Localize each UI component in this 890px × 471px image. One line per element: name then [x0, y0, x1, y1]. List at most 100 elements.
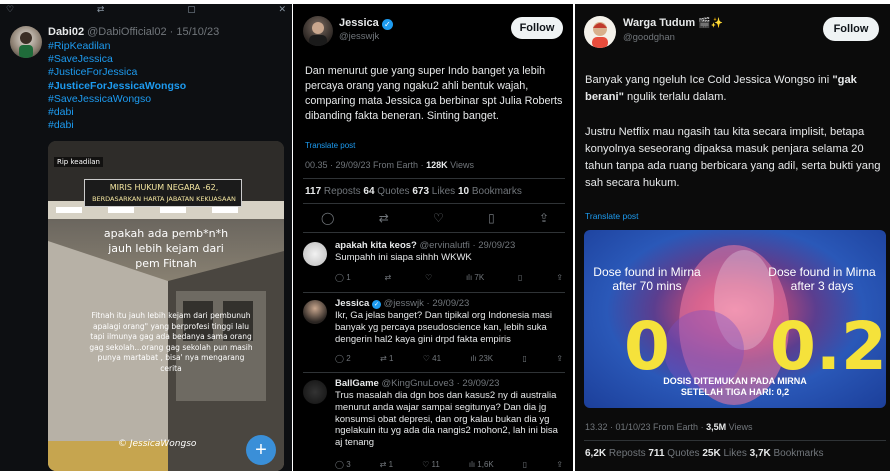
- reply-author-handle[interactable]: @KingGnuLove3 · 29/09/23: [381, 378, 499, 389]
- hashtag-link[interactable]: #SaveJessicaWongso: [48, 93, 186, 106]
- post-image-train[interactable]: Rip keadilan MIRIS HUKUM NEGARA -62, BER…: [48, 141, 284, 471]
- repost-icon[interactable]: ⇄ 1: [380, 460, 393, 469]
- author-name[interactable]: Jessica: [339, 17, 379, 29]
- hashtag-link[interactable]: #dabi: [48, 119, 186, 132]
- reply-author-name[interactable]: apakah kita keos?: [335, 240, 417, 251]
- translate-link[interactable]: Translate post: [305, 141, 355, 150]
- right-label-line-1: Dose found in Mirna: [768, 265, 876, 279]
- divider: [303, 232, 565, 233]
- avatar[interactable]: [303, 242, 327, 266]
- views-count: 7K: [474, 273, 485, 282]
- post-image-dose-chart[interactable]: Dose found in Mirna after 70 mins Dose f…: [584, 230, 886, 408]
- paragraph-1-end: ngulik terlalu dalam.: [623, 91, 727, 103]
- quotes-label[interactable]: Quotes: [667, 448, 699, 459]
- like-icon[interactable]: ♡: [425, 273, 432, 282]
- repost-count: 1: [388, 460, 394, 469]
- bookmarks-label[interactable]: Bookmarks: [472, 186, 522, 197]
- author-line[interactable]: Dabi02 @DabiOfficial02 · 15/10/23: [48, 26, 219, 38]
- reposts-count[interactable]: 117: [305, 186, 321, 197]
- share-icon[interactable]: ⇪: [539, 211, 549, 225]
- author-handle[interactable]: @jesswjk: [339, 31, 379, 42]
- author-name[interactable]: Warga Tudum: [623, 17, 695, 29]
- follow-button[interactable]: Follow: [823, 17, 879, 41]
- like-icon[interactable]: ♡ 41: [423, 354, 441, 363]
- hashtag-link[interactable]: #JusticeForJessicaWongso: [48, 80, 186, 93]
- left-label-line-2: after 70 mins: [612, 279, 682, 293]
- bookmark-icon[interactable]: ▢: [187, 4, 196, 14]
- reply-icon[interactable]: ◯ 3: [335, 460, 351, 469]
- view-count: 128K: [426, 160, 448, 170]
- quotes-count[interactable]: 64: [363, 186, 374, 197]
- repost-icon[interactable]: ⇄: [97, 4, 105, 14]
- repost-icon[interactable]: ⇄: [379, 211, 389, 225]
- engagement-stats: 6,2K Reposts 711 Quotes 25K Likes 3,7K B…: [585, 448, 824, 459]
- view-label: Views: [728, 422, 753, 432]
- author-handle[interactable]: @goodghan: [623, 32, 675, 43]
- like-icon[interactable]: ♡ 11: [422, 460, 440, 469]
- author-name[interactable]: Dabi02: [48, 26, 84, 38]
- bookmark-icon[interactable]: ▯: [488, 211, 495, 225]
- author-handle[interactable]: @DabiOfficial02: [87, 26, 166, 38]
- reply-icon[interactable]: ◯ 2: [335, 354, 351, 363]
- top-action-bar: ♡ ⇄ ▢ ✕: [6, 4, 286, 14]
- reply-author-name[interactable]: Jessica: [335, 298, 369, 309]
- post-actions: ◯ ⇄ ♡ ▯ ⇪: [321, 211, 549, 225]
- post-meta: 00.35 · 29/09/23 From Earth · 128K Views: [305, 160, 474, 170]
- likes-count[interactable]: 673: [412, 186, 429, 197]
- avatar[interactable]: [303, 300, 327, 324]
- bookmarks-count[interactable]: 3,7K: [750, 448, 771, 459]
- bookmarks-count[interactable]: 10: [458, 186, 469, 197]
- avatar[interactable]: [584, 16, 616, 48]
- quotes-label[interactable]: Quotes: [377, 186, 409, 197]
- caption-line-1: DOSIS DITEMUKAN PADA MIRNA: [663, 376, 807, 386]
- hashtag-link[interactable]: #SaveJessica: [48, 53, 186, 66]
- views-icon[interactable]: ılı 7K: [466, 273, 484, 282]
- reply-item[interactable]: apakah kita keos? @ervinalutfi · 29/09/2…: [303, 240, 565, 292]
- bookmark-icon[interactable]: ▯: [523, 460, 527, 469]
- views-icon[interactable]: ılı 1,6K: [469, 460, 494, 469]
- views-count: 1,6K: [477, 460, 494, 469]
- repost-icon[interactable]: ⇄: [384, 273, 391, 282]
- repost-icon[interactable]: ⇄ 1: [380, 354, 393, 363]
- reply-icon[interactable]: ◯ 1: [335, 273, 351, 282]
- left-value: 0: [624, 308, 670, 385]
- reply-author-handle[interactable]: @jesswjk · 29/09/23: [384, 298, 470, 309]
- reposts-label[interactable]: Reposts: [324, 186, 361, 197]
- close-icon[interactable]: ✕: [278, 4, 286, 14]
- reposts-count[interactable]: 6,2K: [585, 448, 606, 459]
- hashtag-link[interactable]: #JusticeForJessica: [48, 66, 186, 79]
- reply-icon[interactable]: ◯: [321, 211, 334, 225]
- likes-label[interactable]: Likes: [432, 186, 455, 197]
- hashtag-link[interactable]: #RipKeadilan: [48, 40, 186, 53]
- views-icon[interactable]: ılı 23K: [470, 354, 493, 363]
- hashtag-link[interactable]: #dabi: [48, 106, 186, 119]
- author-line[interactable]: Jessica ✓: [339, 17, 393, 30]
- divider: [584, 440, 886, 441]
- avatar[interactable]: [303, 16, 333, 46]
- like-count: 11: [431, 460, 440, 469]
- reply-author-handle[interactable]: @ervinalutfi · 29/09/23: [420, 240, 516, 251]
- compose-button[interactable]: +: [246, 435, 276, 465]
- avatar[interactable]: [303, 380, 327, 404]
- likes-label[interactable]: Likes: [723, 448, 746, 459]
- follow-button[interactable]: Follow: [511, 17, 563, 39]
- bookmarks-label[interactable]: Bookmarks: [774, 448, 824, 459]
- reply-count: 2: [346, 354, 351, 363]
- reply-item[interactable]: BallGame @KingGnuLove3 · 29/09/23 Trus m…: [303, 378, 565, 470]
- reposts-label[interactable]: Reposts: [609, 448, 646, 459]
- reply-author-name[interactable]: BallGame: [335, 378, 379, 389]
- bookmark-icon[interactable]: ▯: [518, 273, 522, 282]
- quotes-count[interactable]: 711: [648, 448, 664, 459]
- translate-link[interactable]: Translate post: [585, 211, 639, 221]
- author-line[interactable]: Warga Tudum 🎬✨: [623, 17, 723, 29]
- bookmark-icon[interactable]: ▯: [522, 354, 526, 363]
- likes-count[interactable]: 25K: [702, 448, 720, 459]
- heart-icon[interactable]: ♡: [6, 4, 14, 14]
- avatar[interactable]: [10, 26, 42, 58]
- share-icon[interactable]: ⇪: [556, 354, 563, 363]
- divider: [303, 203, 565, 204]
- share-icon[interactable]: ⇪: [556, 460, 563, 469]
- reply-item[interactable]: Jessica ✓ @jesswjk · 29/09/23 Ikr, Ga je…: [303, 298, 565, 370]
- like-icon[interactable]: ♡: [433, 211, 444, 225]
- share-icon[interactable]: ⇪: [556, 273, 563, 282]
